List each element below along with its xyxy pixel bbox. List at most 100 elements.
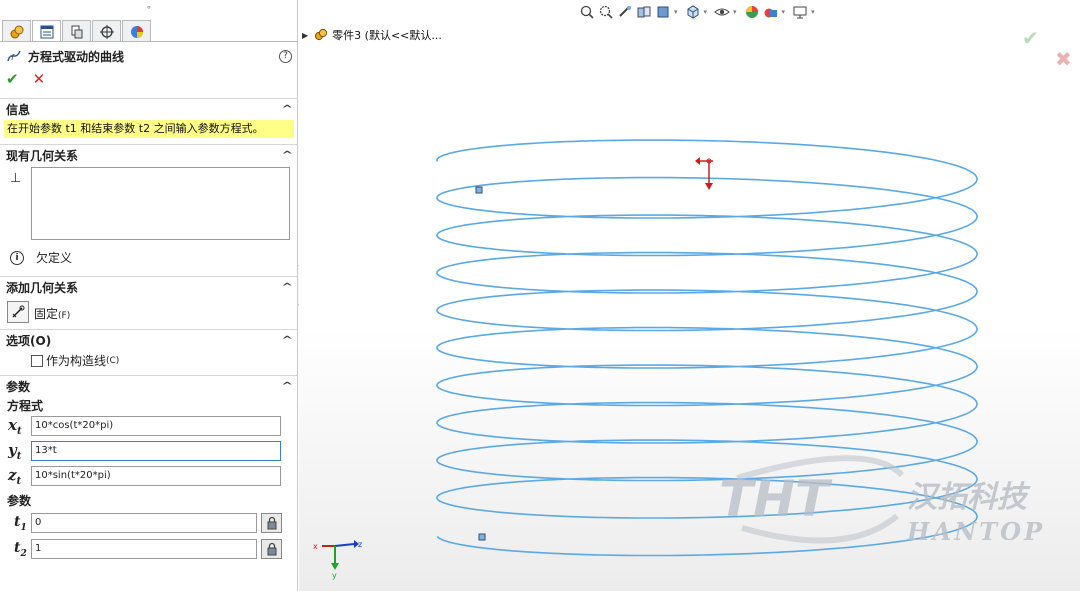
watermark-chinese: 汉拓科技 xyxy=(907,480,1031,515)
crosshair-icon xyxy=(99,24,114,39)
configuration-icon xyxy=(71,25,82,38)
x-symbol-letter: x xyxy=(8,415,17,434)
x-equation-input[interactable]: 10*cos(t*20*pi) xyxy=(31,416,281,436)
equation-curve-icon: f xyxy=(7,50,21,62)
existing-relations-list[interactable] xyxy=(31,167,290,240)
tab-dimxpert-manager[interactable] xyxy=(92,20,121,42)
perpendicular-relation-icon: ⊥ xyxy=(10,171,22,186)
origin-marker xyxy=(695,157,713,190)
t2-symbol: t2 xyxy=(14,540,31,559)
curve-start-point[interactable] xyxy=(475,186,483,194)
add-relations-section: 添加几何关系 ^ 固定(F) xyxy=(0,276,298,328)
lock-icon xyxy=(267,542,276,556)
collapse-chevron-icon[interactable]: ^ xyxy=(281,335,293,346)
y-symbol-sub: t xyxy=(16,450,22,462)
t1-lock-button[interactable] xyxy=(261,513,282,533)
fix-relation-label: 固定(F) xyxy=(34,305,70,322)
params-label: 参数 xyxy=(7,494,32,508)
collapse-chevron-icon[interactable]: ^ xyxy=(281,282,293,293)
construction-option[interactable]: 作为构造线 (C) xyxy=(31,352,119,369)
property-list-icon xyxy=(40,25,53,38)
feature-tree-icon xyxy=(10,25,23,38)
parameters-title: 参数 xyxy=(6,379,31,394)
tab-feature-manager[interactable] xyxy=(2,20,31,42)
cancel-button[interactable]: ✕ xyxy=(33,70,46,88)
info-section: 信息 ^ 在开始参数 t1 和结束参数 t2 之间输入参数方程式。 xyxy=(0,98,298,143)
y-symbol-letter: y xyxy=(8,440,17,459)
t1-input[interactable]: 0 xyxy=(31,513,257,533)
z-equation-input[interactable]: 10*sin(t*20*pi) xyxy=(31,466,281,486)
options-title: 选项(O) xyxy=(6,332,51,349)
info-section-title: 信息 xyxy=(6,102,31,117)
feature-title-row: f 方程式驱动的曲线 ? xyxy=(6,47,292,65)
t2-row: t2 1 xyxy=(14,539,282,559)
t2-input[interactable]: 1 xyxy=(31,539,257,559)
z-equation-row: zt 10*sin(t*20*pi) xyxy=(8,466,281,487)
construction-checkbox[interactable] xyxy=(31,354,43,367)
info-section-header[interactable]: 信息 ^ xyxy=(0,99,298,119)
z-symbol: zt xyxy=(8,466,31,487)
parameters-header[interactable]: 参数 ^ xyxy=(0,376,298,396)
existing-relations-section: 现有几何关系 ^ ⊥ i 欠定义 xyxy=(0,144,298,274)
watermark-english: HANTOP xyxy=(906,517,1045,546)
existing-relations-title: 现有几何关系 xyxy=(6,148,79,163)
add-relations-header[interactable]: 添加几何关系 ^ xyxy=(0,277,298,297)
t1-symbol-sub: 1 xyxy=(20,522,27,533)
info-message: 在开始参数 t1 和结束参数 t2 之间输入参数方程式。 xyxy=(4,120,294,138)
manager-tabs xyxy=(2,20,152,42)
z-symbol-sub: t xyxy=(16,475,22,487)
options-header[interactable]: 选项(O) ^ xyxy=(0,330,298,350)
construction-shortcut: (C) xyxy=(106,355,120,366)
x-equation-row: xt 10*cos(t*20*pi) xyxy=(8,416,281,437)
svg-text:f: f xyxy=(11,53,15,62)
tab-divider xyxy=(0,41,298,42)
collapse-chevron-icon[interactable]: ^ xyxy=(281,381,293,392)
parameters-section: 参数 ^ 方程式 xt 10*cos(t*20*pi) yt 13*t zt 1… xyxy=(0,375,298,591)
collapse-chevron-icon[interactable]: ^ xyxy=(281,150,293,161)
x-symbol: xt xyxy=(8,416,31,437)
hantop-watermark-logo: THT 汉拓科技 HANTOP xyxy=(719,455,1045,546)
triad-y-label: y xyxy=(332,571,337,580)
y-equation-row: yt 13*t xyxy=(8,441,281,462)
add-relations-title: 添加几何关系 xyxy=(6,280,79,295)
options-section: 选项(O) ^ 作为构造线 (C) xyxy=(0,329,298,373)
reference-triad: x z y xyxy=(313,540,362,580)
lock-icon xyxy=(267,516,276,530)
t1-symbol: t1 xyxy=(14,514,31,533)
definition-status: 欠定义 xyxy=(36,251,73,265)
definition-status-row: i 欠定义 xyxy=(10,249,72,266)
tab-property-manager[interactable] xyxy=(32,20,61,42)
x-symbol-sub: t xyxy=(16,425,22,437)
t2-lock-button[interactable] xyxy=(261,539,282,559)
info-circle-icon: i xyxy=(10,250,24,265)
y-symbol: yt xyxy=(8,441,31,462)
construction-label: 作为构造线 xyxy=(46,354,107,368)
fix-shortcut: (F) xyxy=(58,311,71,321)
options-title-text: 选项 xyxy=(6,333,31,348)
y-equation-input[interactable]: 13*t xyxy=(31,441,281,461)
t1-row: t1 0 xyxy=(14,513,282,533)
triad-z-label: z xyxy=(358,540,362,549)
help-icon[interactable]: ? xyxy=(279,49,292,63)
t2-symbol-sub: 2 xyxy=(20,548,27,559)
ok-cancel-row: ✔ ✕ xyxy=(6,70,45,88)
fix-relation-button[interactable] xyxy=(7,301,29,323)
watermark-latin: THT xyxy=(719,470,833,528)
fix-label-text: 固定 xyxy=(34,307,59,321)
tab-configuration-manager[interactable] xyxy=(62,20,91,42)
curve-end-point[interactable] xyxy=(478,533,486,541)
graphics-area[interactable]: ▾ ▾ ▾ ▾ ▾ ▶ 零件3 (默认<<默认... ✔ ✖ x z y THT… xyxy=(299,0,1080,591)
appearance-pie-icon xyxy=(130,25,143,38)
panel-grip[interactable]: ∘ xyxy=(0,3,298,13)
fix-anchor-icon xyxy=(12,305,25,318)
tab-display-manager[interactable] xyxy=(122,20,151,42)
equations-label: 方程式 xyxy=(7,399,44,413)
z-symbol-letter: z xyxy=(8,465,17,484)
existing-relations-header[interactable]: 现有几何关系 ^ xyxy=(0,145,298,165)
triad-x-label: x xyxy=(313,542,318,551)
options-shortcut: (O) xyxy=(30,333,52,348)
collapse-chevron-icon[interactable]: ^ xyxy=(281,104,293,115)
feature-title: 方程式驱动的曲线 xyxy=(28,49,125,64)
property-manager: ∘ f 方程式驱动的曲线 ? ✔ ✕ 信息 ^ 在开始参数 t1 和结束参数 t… xyxy=(0,0,298,591)
ok-button[interactable]: ✔ xyxy=(6,70,19,88)
